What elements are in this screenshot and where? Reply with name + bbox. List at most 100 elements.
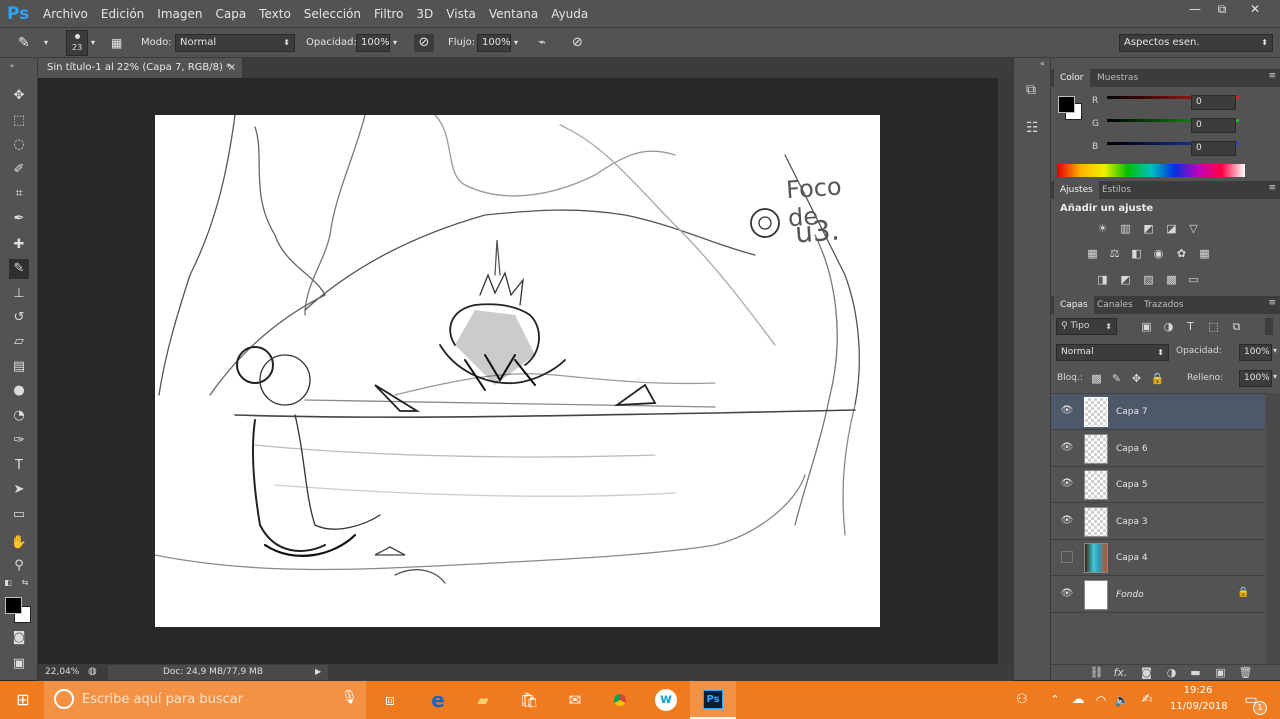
- color-balance-icon[interactable]: ⚖: [1107, 247, 1122, 260]
- hue-saturation-icon[interactable]: ▦: [1085, 247, 1100, 260]
- channel-mixer-icon[interactable]: ✿: [1174, 247, 1189, 260]
- new-adjustment-icon[interactable]: ◑: [1164, 666, 1179, 679]
- menu-ventana[interactable]: Ventana: [489, 7, 538, 21]
- filter-toggle[interactable]: [1265, 318, 1273, 335]
- posterize-icon[interactable]: ◩: [1118, 273, 1133, 286]
- delete-layer-icon[interactable]: 🗑: [1238, 666, 1253, 679]
- menu-ayuda[interactable]: Ayuda: [551, 7, 588, 21]
- minimize-button[interactable]: —: [1180, 0, 1210, 18]
- menu-imagen[interactable]: Imagen: [157, 7, 202, 21]
- path-select-tool-icon[interactable]: ➤: [9, 480, 29, 500]
- new-layer-icon[interactable]: ▣: [1213, 666, 1228, 679]
- selective-color-icon[interactable]: ▩: [1164, 273, 1179, 286]
- panel-foreground-swatch[interactable]: [1058, 96, 1075, 113]
- brush-tool-icon[interactable]: ✎: [9, 259, 29, 279]
- eraser-tool-icon[interactable]: ▱: [9, 332, 29, 352]
- threshold-icon[interactable]: ▨: [1141, 273, 1156, 286]
- layers-scrollbar[interactable]: [1266, 393, 1280, 671]
- dodge-tool-icon[interactable]: ◔: [9, 406, 29, 426]
- screen-mode-icon[interactable]: ▣: [9, 654, 29, 674]
- tool-preset-dropdown-icon[interactable]: ▾: [44, 34, 48, 52]
- clock-time[interactable]: 19:26: [1170, 685, 1226, 696]
- adjust-panel-menu-icon[interactable]: ≡: [1268, 183, 1276, 193]
- status-menu-arrow-icon[interactable]: ▶: [315, 667, 321, 676]
- gradient-tool-icon[interactable]: ▤: [9, 357, 29, 377]
- quick-select-tool-icon[interactable]: ✐: [9, 160, 29, 180]
- exposure-icon[interactable]: ◪: [1164, 222, 1179, 235]
- clock-date[interactable]: 11/09/2018: [1170, 701, 1228, 712]
- pen-workspace-icon[interactable]: ✍: [1138, 688, 1156, 712]
- tab-ajustes[interactable]: Ajustes: [1054, 181, 1099, 199]
- menu-3d[interactable]: 3D: [416, 7, 433, 21]
- pressure-opacity-icon[interactable]: ⊘: [414, 34, 434, 52]
- fill-dropdown-icon[interactable]: ▾: [1273, 372, 1277, 381]
- swap-colors-icon[interactable]: ⇆: [20, 578, 30, 588]
- menu-seleccion[interactable]: Selección: [304, 7, 361, 21]
- eyedropper-tool-icon[interactable]: ✒: [9, 209, 29, 229]
- tab-estilos[interactable]: Estilos: [1096, 181, 1137, 199]
- filter-pixel-icon[interactable]: ▣: [1139, 320, 1154, 333]
- layer-row[interactable]: 👁 Capa 3: [1051, 504, 1265, 540]
- flow-dropdown-icon[interactable]: ▾: [514, 34, 518, 52]
- layer-row[interactable]: 👁 Capa 7: [1051, 394, 1265, 430]
- type-tool-icon[interactable]: T: [9, 456, 29, 476]
- tab-color[interactable]: Color: [1054, 69, 1090, 87]
- layer-row[interactable]: 👁 Fondo 🔒: [1051, 577, 1265, 613]
- visibility-eye-icon[interactable]: 👁: [1060, 587, 1074, 601]
- layer-opacity-input[interactable]: 100%: [1239, 344, 1272, 361]
- pressure-size-icon[interactable]: ⊘: [572, 34, 583, 52]
- airbrush-icon[interactable]: ⌁: [538, 34, 546, 52]
- flow-input[interactable]: 100%: [477, 34, 511, 52]
- task-view-icon[interactable]: ⧈: [378, 688, 402, 712]
- quick-mask-icon[interactable]: ◙: [9, 628, 29, 648]
- new-group-icon[interactable]: ▬: [1188, 666, 1203, 679]
- channel-b-input[interactable]: 0: [1191, 141, 1236, 156]
- lock-all-icon[interactable]: 🔒: [1150, 372, 1165, 385]
- file-explorer-icon[interactable]: ▰: [470, 688, 496, 712]
- filter-shape-icon[interactable]: ⬚: [1206, 320, 1221, 333]
- tab-muestras[interactable]: Muestras: [1091, 69, 1144, 87]
- blur-tool-icon[interactable]: ●: [9, 381, 29, 401]
- brush-panel-icon[interactable]: ▦: [111, 34, 122, 52]
- add-mask-icon[interactable]: ◙: [1139, 666, 1154, 679]
- layers-panel-menu-icon[interactable]: ≡: [1268, 298, 1276, 308]
- taskbar-search-box[interactable]: Escribe aquí para buscar 🎙: [44, 681, 366, 719]
- channel-g-input[interactable]: 0: [1191, 118, 1236, 133]
- color-spectrum-ramp[interactable]: [1057, 164, 1245, 177]
- lasso-tool-icon[interactable]: ◌: [9, 135, 29, 155]
- collapse-dock-icon[interactable]: «: [1040, 59, 1045, 68]
- onedrive-icon[interactable]: ☁: [1068, 688, 1088, 712]
- history-panel-icon[interactable]: ⧉: [1026, 82, 1036, 98]
- menu-edicion[interactable]: Edición: [101, 7, 144, 21]
- layer-opacity-dropdown-icon[interactable]: ▾: [1273, 346, 1277, 355]
- mode-select[interactable]: Normal ⬍: [175, 34, 295, 52]
- vibrance-icon[interactable]: ▽: [1186, 222, 1201, 235]
- status-share-icon[interactable]: ◍: [88, 666, 97, 677]
- photo-filter-icon[interactable]: ◉: [1151, 247, 1166, 260]
- workspace-select[interactable]: Aspectos esen. ⬍: [1119, 34, 1273, 52]
- blend-mode-select[interactable]: Normal ⬍: [1056, 344, 1169, 361]
- collapse-toolbar-icon[interactable]: »: [2, 62, 22, 70]
- fill-input[interactable]: 100%: [1239, 370, 1272, 387]
- vertical-scrollbar[interactable]: [998, 78, 1013, 664]
- people-icon[interactable]: ⚇: [1011, 688, 1033, 712]
- taskbar-photoshop-active[interactable]: Ps: [690, 681, 736, 719]
- color-panel-menu-icon[interactable]: ≡: [1268, 71, 1276, 81]
- visibility-eye-icon[interactable]: 👁: [1060, 441, 1074, 455]
- show-hidden-icons[interactable]: ⌃: [1047, 688, 1063, 712]
- visibility-eye-icon[interactable]: 👁: [1060, 514, 1074, 528]
- tab-capas[interactable]: Capas: [1054, 296, 1094, 314]
- layer-style-icon[interactable]: fx.: [1113, 666, 1128, 679]
- opacity-dropdown-icon[interactable]: ▾: [393, 34, 397, 52]
- menu-filtro[interactable]: Filtro: [374, 7, 403, 21]
- brightness-contrast-icon[interactable]: ☀: [1095, 222, 1110, 235]
- black-white-icon[interactable]: ◧: [1129, 247, 1144, 260]
- color-lookup-icon[interactable]: ▦: [1197, 247, 1212, 260]
- move-tool-icon[interactable]: ✥: [9, 86, 29, 106]
- visibility-off-box[interactable]: [1061, 551, 1073, 563]
- channel-r-input[interactable]: 0: [1191, 95, 1236, 110]
- opacity-input[interactable]: 100%: [356, 34, 390, 52]
- brush-preset-picker[interactable]: 23: [66, 30, 88, 56]
- hand-tool-icon[interactable]: ✋: [9, 533, 29, 553]
- layer-row[interactable]: Capa 4: [1051, 540, 1265, 576]
